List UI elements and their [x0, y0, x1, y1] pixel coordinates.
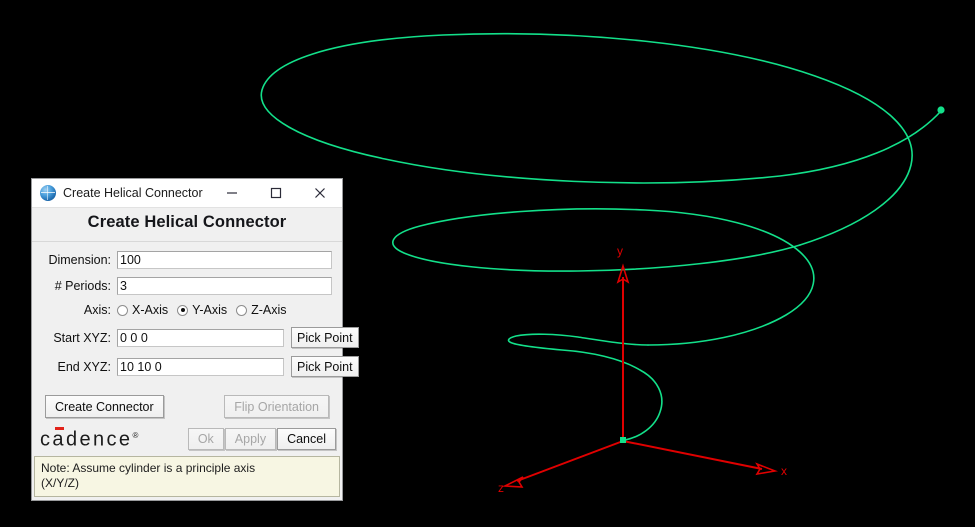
x-axis-label: x [781, 464, 787, 478]
registered-mark: ® [132, 431, 139, 440]
radio-y-axis-dot [177, 304, 189, 316]
note-panel: Note: Assume cylinder is a principle axi… [34, 455, 340, 497]
end-xyz-row: End XYZ: Pick Point [42, 356, 359, 377]
periods-input[interactable] [117, 277, 332, 295]
end-xyz-label: End XYZ: [57, 359, 112, 374]
radio-z-axis-dot [236, 304, 248, 316]
dialog-header-band: Create Helical Connector [32, 208, 342, 242]
cadence-macron [55, 427, 64, 430]
end-xyz-input[interactable] [117, 357, 284, 376]
primary-action-row: Create Connector Flip Orientation [32, 391, 342, 424]
radio-z-axis-label: Z-Axis [251, 303, 287, 317]
radio-y-axis-label: Y-Axis [192, 303, 228, 317]
dimension-row: Dimension: [42, 251, 332, 269]
dialog-heading: Create Helical Connector [87, 213, 287, 231]
cancel-button[interactable]: Cancel [277, 427, 336, 450]
maximize-button[interactable] [254, 179, 298, 207]
axis-label: Axis: [83, 303, 111, 317]
window-title: Create Helical Connector [63, 186, 203, 200]
periods-label: # Periods: [54, 279, 111, 293]
start-pick-point-button[interactable]: Pick Point [291, 327, 359, 348]
globe-icon [40, 185, 56, 201]
axis-row: Axis: X-Axis Y-Axis Z-Axis [42, 303, 332, 317]
cadence-name-after: dence [65, 428, 133, 451]
minimize-button[interactable] [210, 179, 254, 207]
start-xyz-row: Start XYZ: Pick Point [42, 327, 359, 348]
cadence-name-before: c [40, 428, 53, 451]
create-connector-button[interactable]: Create Connector [45, 395, 164, 418]
helix-end-point [937, 106, 945, 114]
dimension-input[interactable] [117, 251, 332, 269]
radio-z-axis[interactable]: Z-Axis [236, 303, 287, 317]
start-xyz-label: Start XYZ: [53, 330, 111, 345]
brand-row: cadence® Ok Apply Cancel [32, 424, 342, 456]
end-pick-point-button[interactable]: Pick Point [291, 356, 359, 377]
apply-button[interactable]: Apply [224, 427, 277, 450]
ok-button[interactable]: Ok [187, 427, 224, 450]
app-screen: y x z Create Helical Connector Create He… [0, 0, 975, 527]
create-helical-connector-dialog: Create Helical Connector Create Helical … [31, 178, 359, 501]
z-axis-label: z [498, 481, 504, 495]
start-xyz-input[interactable] [117, 328, 284, 347]
dialog-titlebar[interactable]: Create Helical Connector [32, 179, 342, 208]
dialog-form: Dimension: # Periods: Axis: X-Axis Y-Axi… [32, 242, 359, 391]
radio-x-axis-dot [117, 304, 128, 316]
origin-point [620, 437, 626, 443]
footer-button-group: Ok Apply Cancel [187, 427, 338, 450]
dimension-label: Dimension: [48, 253, 111, 267]
radio-x-axis[interactable]: X-Axis [117, 303, 168, 317]
cadence-logo: cadence® [40, 426, 138, 450]
flip-orientation-button[interactable]: Flip Orientation [224, 395, 329, 418]
y-axis-label: y [617, 244, 623, 258]
periods-row: # Periods: [42, 277, 332, 295]
cadence-name-a: a [52, 428, 66, 451]
radio-y-axis[interactable]: Y-Axis [177, 303, 227, 317]
close-button[interactable] [298, 179, 342, 207]
radio-x-axis-label: X-Axis [132, 303, 169, 317]
axis-radio-group: X-Axis Y-Axis Z-Axis [117, 303, 293, 317]
